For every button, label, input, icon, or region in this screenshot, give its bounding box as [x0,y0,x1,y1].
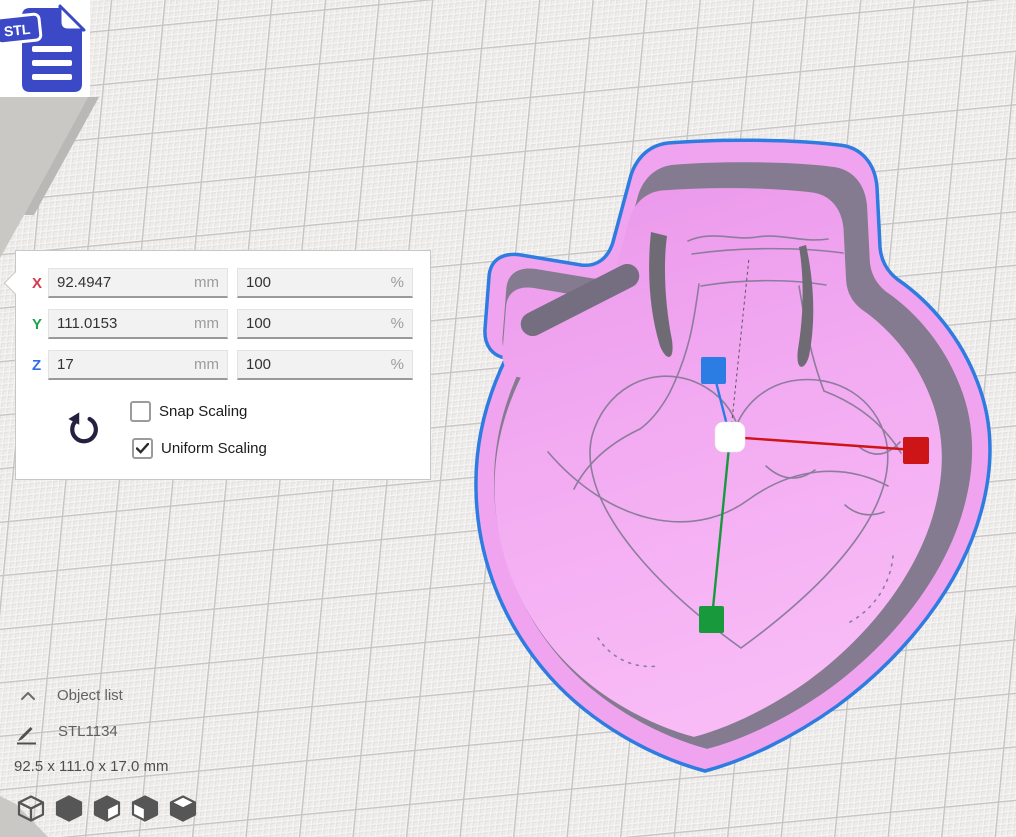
scale-row-y: Y mm % [32,309,413,339]
uniform-scaling-checkbox[interactable] [132,438,153,459]
scale-y-percent-field[interactable]: % [237,309,413,339]
scale-z-percent-field[interactable]: % [237,350,413,380]
scale-handle-center[interactable] [715,422,745,452]
reset-arrow-icon [66,411,100,445]
scale-x-percent-input[interactable] [238,269,412,296]
snap-scaling-checkbox[interactable] [130,401,151,422]
view-front-icon[interactable] [93,795,121,822]
scale-y-mm-input[interactable] [49,310,227,337]
scale-x-mm-field[interactable]: mm [48,268,228,298]
scale-x-mm-input[interactable] [49,269,227,296]
chevron-up-icon [20,691,36,701]
axis-label-y: Y [32,316,48,333]
view-left-icon[interactable] [131,795,159,822]
view-3d-icon[interactable] [17,795,45,822]
axis-label-x: X [32,275,48,292]
view-top-icon[interactable] [169,795,197,822]
scale-z-mm-input[interactable] [49,351,227,378]
stl-badge-label: STL [3,21,31,40]
scale-row-x: X mm % [32,268,413,298]
axis-label-z: Z [32,357,48,374]
object-name: STL1134 [58,723,118,740]
object-list-title: Object list [57,687,123,704]
scale-tool-panel: X mm % Y mm % [15,250,431,480]
checkmark-icon [136,443,149,454]
document-text-lines [32,46,72,80]
camera-view-toolbar [17,795,197,822]
scale-z-mm-field[interactable]: mm [48,350,228,380]
scale-handle-z[interactable] [701,357,726,384]
object-list-item[interactable]: STL1134 [14,718,118,745]
scale-handle-x[interactable] [903,437,929,464]
scale-y-percent-input[interactable] [238,310,412,337]
object-list-header[interactable]: Object list [20,687,123,704]
scale-z-percent-input[interactable] [238,351,412,378]
folded-corner [60,6,84,30]
file-thumbnail: STL [0,0,90,97]
stl-file-icon: STL [0,0,90,97]
scale-handle-y[interactable] [699,606,724,633]
reset-scale-button[interactable] [66,411,100,445]
uniform-scaling-label: Uniform Scaling [161,440,267,457]
snap-scaling-label: Snap Scaling [159,403,247,420]
object-dimensions: 92.5 x 111.0 x 17.0 mm [14,758,169,775]
view-solid-icon[interactable] [55,795,83,822]
scale-x-percent-field[interactable]: % [237,268,413,298]
scale-y-mm-field[interactable]: mm [48,309,228,339]
uniform-scaling-row: Uniform Scaling [132,438,267,459]
rename-pencil-icon [14,718,40,745]
snap-scaling-row: Snap Scaling [130,401,247,422]
slicer-viewport-window: STL X mm % Y mm [0,0,1016,837]
scale-row-z: Z mm % [32,350,413,380]
